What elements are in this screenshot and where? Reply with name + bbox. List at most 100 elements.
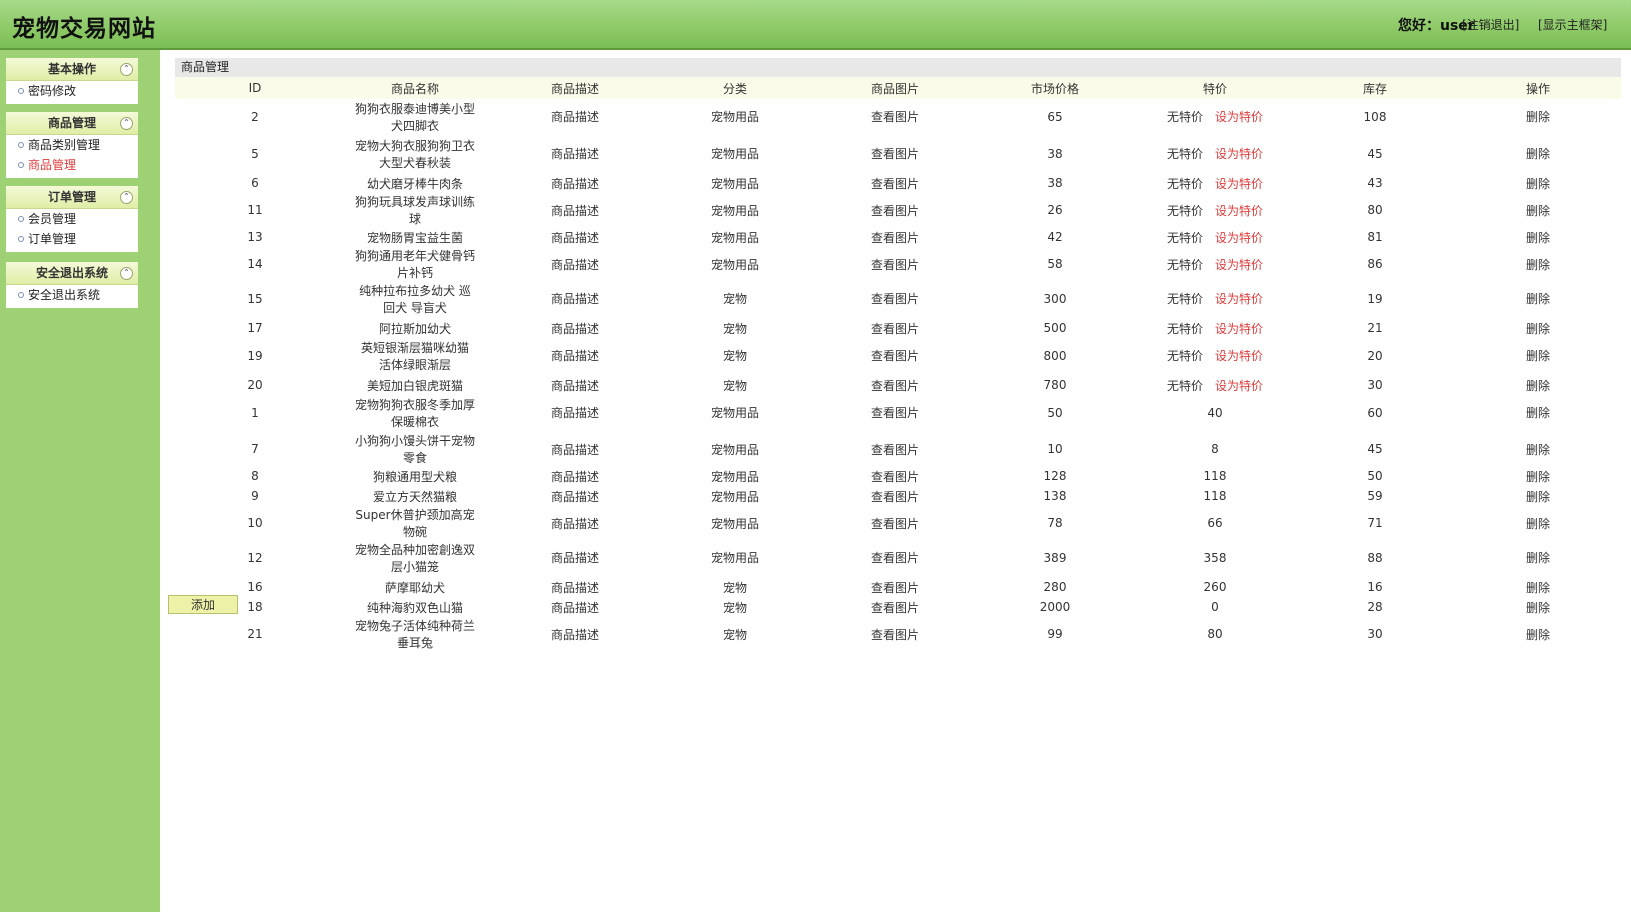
cell-description-link[interactable]: 商品描述 [495, 617, 655, 651]
cell-description-link[interactable]: 商品描述 [495, 318, 655, 338]
cell-description-link[interactable]: 商品描述 [495, 193, 655, 227]
delete-link[interactable]: 删除 [1455, 338, 1621, 375]
cell-description-link[interactable]: 商品描述 [495, 432, 655, 466]
cell-view-image-link[interactable]: 查看图片 [815, 395, 975, 432]
delete-link[interactable]: 删除 [1455, 281, 1621, 318]
cell-view-image-link[interactable]: 查看图片 [815, 173, 975, 193]
logout-link[interactable]: [注销退出] [1462, 16, 1519, 33]
delete-link[interactable]: 删除 [1455, 597, 1621, 617]
table-row: 9 爱立方天然猫粮 商品描述 宠物用品 查看图片 138 118 59 删除 [175, 486, 1621, 506]
delete-link[interactable]: 删除 [1455, 193, 1621, 227]
cell-market-price: 280 [1043, 580, 1067, 594]
column-header: 库存 [1295, 77, 1455, 99]
cell-description-link[interactable]: 商品描述 [495, 173, 655, 193]
cell-id: 5 [251, 147, 259, 161]
set-special-price-link[interactable]: 设为特价 [1215, 322, 1263, 336]
set-special-price-link[interactable]: 设为特价 [1215, 292, 1263, 306]
delete-link[interactable]: 删除 [1455, 432, 1621, 466]
set-special-price-link[interactable]: 设为特价 [1215, 177, 1263, 191]
cell-category: 宠物用品 [710, 110, 759, 124]
double-chevron-up-icon[interactable]: ⌃ [120, 191, 133, 204]
table-row: 1 宠物狗狗衣服冬季加厚保暖棉衣 商品描述 宠物用品 查看图片 50 40 60 删除 [175, 395, 1621, 432]
double-chevron-up-icon[interactable]: ⌃ [120, 117, 133, 130]
cell-stock: 71 [1367, 516, 1383, 530]
cell-description-link[interactable]: 商品描述 [495, 540, 655, 577]
menu-head-basic[interactable]: 基本操作 ⌃ [6, 58, 138, 81]
cell-view-image-link[interactable]: 查看图片 [815, 375, 975, 395]
cell-view-image-link[interactable]: 查看图片 [815, 466, 975, 486]
set-special-price-link[interactable]: 设为特价 [1215, 147, 1263, 161]
cell-name: 阿拉斯加幼犬 [378, 321, 451, 336]
delete-link[interactable]: 删除 [1455, 136, 1621, 173]
delete-link[interactable]: 删除 [1455, 577, 1621, 597]
cell-description-link[interactable]: 商品描述 [495, 136, 655, 173]
cell-description-link[interactable]: 商品描述 [495, 227, 655, 247]
cell-description-link[interactable]: 商品描述 [495, 281, 655, 318]
cell-description-link[interactable]: 商品描述 [495, 338, 655, 375]
cell-view-image-link[interactable]: 查看图片 [815, 99, 975, 136]
cell-view-image-link[interactable]: 查看图片 [815, 193, 975, 227]
sidebar: 基本操作 ⌃ 密码修改 商品管理 ⌃ 商品类别管理 商品管理 订单管理 ⌃ 会员… [0, 50, 160, 912]
menu-head-logout[interactable]: 安全退出系统 ⌃ [6, 262, 138, 285]
set-special-price-link[interactable]: 设为特价 [1215, 204, 1263, 218]
cell-description-link[interactable]: 商品描述 [495, 247, 655, 281]
cell-market-price: 78 [1047, 516, 1063, 530]
delete-link[interactable]: 删除 [1455, 395, 1621, 432]
cell-special-price: 260 [1135, 577, 1295, 597]
cell-special-price: 无特价 设为特价 [1135, 99, 1295, 136]
delete-link[interactable]: 删除 [1455, 506, 1621, 540]
cell-view-image-link[interactable]: 查看图片 [815, 227, 975, 247]
delete-link[interactable]: 删除 [1455, 375, 1621, 395]
set-special-price-link[interactable]: 设为特价 [1215, 349, 1263, 363]
sidebar-item-order-mgmt[interactable]: 订单管理 [6, 229, 138, 249]
delete-link[interactable]: 删除 [1455, 318, 1621, 338]
delete-link[interactable]: 删除 [1455, 173, 1621, 193]
site-title: 宠物交易网站 [12, 16, 156, 42]
menu-head-orders[interactable]: 订单管理 ⌃ [6, 186, 138, 209]
double-chevron-up-icon[interactable]: ⌃ [120, 267, 133, 280]
cell-id: 19 [247, 349, 263, 363]
cell-description-link[interactable]: 商品描述 [495, 466, 655, 486]
sidebar-item-safe-logout[interactable]: 安全退出系统 [6, 285, 138, 305]
sidebar-item-category-mgmt[interactable]: 商品类别管理 [6, 135, 138, 155]
cell-view-image-link[interactable]: 查看图片 [815, 506, 975, 540]
cell-view-image-link[interactable]: 查看图片 [815, 617, 975, 651]
add-product-button[interactable]: 添加 [168, 595, 238, 614]
cell-description-link[interactable]: 商品描述 [495, 375, 655, 395]
set-special-price-link[interactable]: 设为特价 [1215, 379, 1263, 393]
delete-link[interactable]: 删除 [1455, 99, 1621, 136]
cell-description-link[interactable]: 商品描述 [495, 395, 655, 432]
cell-description-link[interactable]: 商品描述 [495, 486, 655, 506]
cell-view-image-link[interactable]: 查看图片 [815, 577, 975, 597]
cell-view-image-link[interactable]: 查看图片 [815, 432, 975, 466]
cell-view-image-link[interactable]: 查看图片 [815, 597, 975, 617]
delete-link[interactable]: 删除 [1455, 617, 1621, 651]
cell-view-image-link[interactable]: 查看图片 [815, 136, 975, 173]
cell-view-image-link[interactable]: 查看图片 [815, 540, 975, 577]
delete-link[interactable]: 删除 [1455, 247, 1621, 281]
cell-view-image-link[interactable]: 查看图片 [815, 486, 975, 506]
set-special-price-link[interactable]: 设为特价 [1215, 258, 1263, 272]
cell-description-link[interactable]: 商品描述 [495, 99, 655, 136]
sidebar-item-product-mgmt[interactable]: 商品管理 [6, 155, 138, 175]
double-chevron-up-icon[interactable]: ⌃ [120, 63, 133, 76]
show-main-frame-link[interactable]: [显示主框架] [1538, 16, 1607, 33]
cell-description-link[interactable]: 商品描述 [495, 506, 655, 540]
delete-link[interactable]: 删除 [1455, 466, 1621, 486]
menu-head-products[interactable]: 商品管理 ⌃ [6, 112, 138, 135]
delete-link[interactable]: 删除 [1455, 486, 1621, 506]
cell-view-image-link[interactable]: 查看图片 [815, 338, 975, 375]
cell-view-image-link[interactable]: 查看图片 [815, 247, 975, 281]
table-body: 2 狗狗衣服泰迪博美小型犬四脚衣 商品描述 宠物用品 查看图片 65 无特价 设为特价 108 删… [175, 99, 1621, 651]
delete-link[interactable]: 删除 [1455, 227, 1621, 247]
cell-view-image-link[interactable]: 查看图片 [815, 318, 975, 338]
cell-description-link[interactable]: 商品描述 [495, 577, 655, 597]
cell-view-image-link[interactable]: 查看图片 [815, 281, 975, 318]
set-special-price-link[interactable]: 设为特价 [1215, 231, 1263, 245]
sidebar-item-member-mgmt[interactable]: 会员管理 [6, 209, 138, 229]
cell-description-link[interactable]: 商品描述 [495, 597, 655, 617]
sidebar-item-password[interactable]: 密码修改 [6, 81, 138, 101]
special-price-value: 260 [1203, 580, 1227, 594]
delete-link[interactable]: 删除 [1455, 540, 1621, 577]
set-special-price-link[interactable]: 设为特价 [1215, 110, 1263, 124]
